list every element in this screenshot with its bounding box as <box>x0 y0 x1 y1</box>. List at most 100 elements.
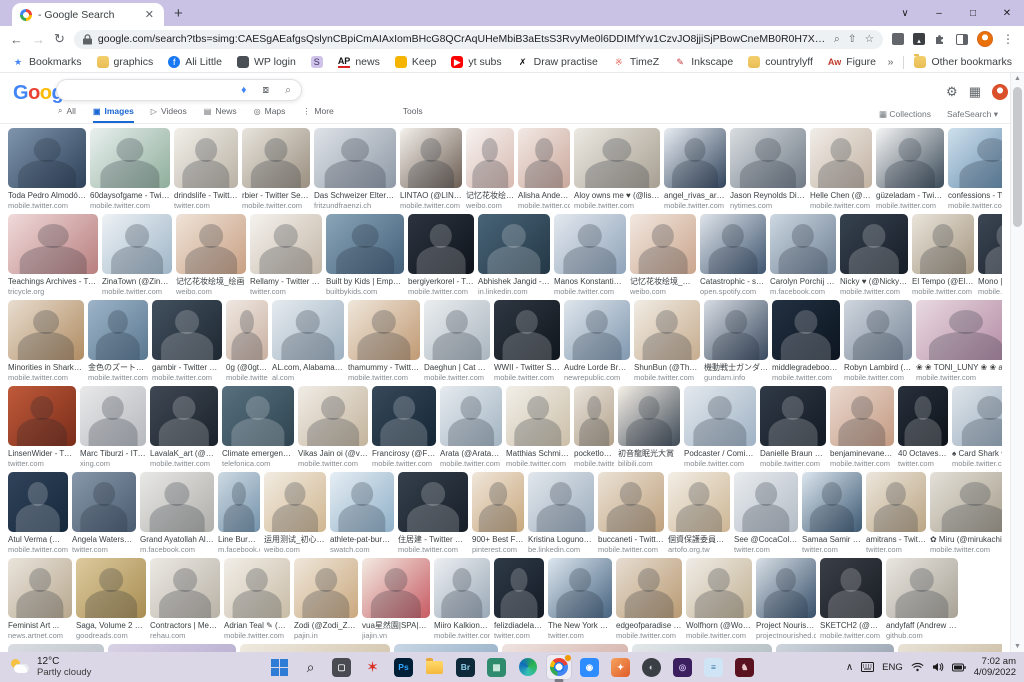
tools-button[interactable]: Tools <box>403 106 423 116</box>
image-thumbnail[interactable] <box>250 214 322 274</box>
krita-app-icon[interactable]: ✶ <box>361 655 385 679</box>
tab-news[interactable]: ▤News <box>204 106 237 121</box>
zoom-search-icon[interactable]: ⌕ <box>834 33 840 46</box>
bookmark-item[interactable]: graphics <box>97 56 154 68</box>
image-result[interactable]: See @CocaCola's Tweet on T...twitter.com <box>734 472 798 554</box>
image-thumbnail[interactable] <box>886 558 958 618</box>
mic-icon[interactable]: ♦ <box>241 84 246 96</box>
tab-maps[interactable]: ◎Maps <box>254 106 286 121</box>
image-result[interactable]: Daeghun | Cat Boy | VTube...mobile.twitt… <box>424 300 490 382</box>
image-thumbnail[interactable] <box>810 128 872 188</box>
image-result[interactable]: Marc Tiburzi - IT System Engi...xing.com <box>80 386 146 468</box>
image-result[interactable]: Angela Watersutter (@Water...twitter.com <box>72 472 136 554</box>
battery-icon[interactable] <box>952 663 966 672</box>
image-thumbnail[interactable] <box>408 214 474 274</box>
image-result[interactable]: 機動戦士ガンダム 水星の魔女...gundam.info <box>704 300 768 382</box>
image-result[interactable]: güzeladam - Twitter Search / ...mobile.t… <box>876 128 944 210</box>
image-result[interactable]: middlegradebook - Twitter Se...mobile.tw… <box>772 300 840 382</box>
volume-icon[interactable] <box>932 662 944 672</box>
bookmark-item[interactable]: ▶yt subs <box>451 56 501 68</box>
image-result[interactable]: Jason Reynolds Distinguishes...nytimes.c… <box>730 128 806 210</box>
image-thumbnail[interactable] <box>398 472 468 532</box>
clock[interactable]: 7:02 am 4/09/2022 <box>974 656 1016 678</box>
image-thumbnail[interactable] <box>616 558 682 618</box>
image-result[interactable]: ZinaTown (@ZinaTown) | T...mobile.twitte… <box>102 214 172 296</box>
image-result[interactable]: bergiyerkorel - Twitter Searc...mobile.t… <box>408 214 474 296</box>
image-thumbnail[interactable] <box>152 300 222 360</box>
url-text[interactable]: google.com/search?tbs=simg:CAESgAEafgsQs… <box>98 33 828 45</box>
bookmark-item[interactable]: WP login <box>237 56 296 68</box>
image-result[interactable]: Adrian Teal ✎ (@Teal...mobile.twitter.co… <box>224 558 290 640</box>
chrome-browser-icon[interactable] <box>547 655 571 679</box>
image-thumbnail[interactable] <box>434 558 490 618</box>
image-thumbnail[interactable] <box>150 558 220 618</box>
start-button[interactable] <box>268 655 292 679</box>
bookmark-item[interactable]: ※TimeZ <box>613 56 659 68</box>
touch-keyboard-icon[interactable] <box>861 662 874 672</box>
image-result[interactable]: Helle Chen (@HelleChen11) ...mobile.twit… <box>810 128 872 210</box>
image-thumbnail[interactable] <box>330 472 394 532</box>
image-thumbnail[interactable] <box>102 214 172 274</box>
image-result[interactable]: Catastrophic - song and lyri...open.spot… <box>700 214 766 296</box>
image-thumbnail[interactable] <box>598 472 664 532</box>
bookmark-item[interactable]: fAli Little <box>168 56 222 68</box>
google-search-box[interactable]: ♦⧇⌕ <box>56 79 302 101</box>
minimize-button[interactable]: – <box>922 0 956 26</box>
image-thumbnail[interactable] <box>8 386 76 446</box>
clip-studio-app-icon[interactable]: ◎ <box>671 655 695 679</box>
image-result[interactable]: Feminist Art ...news.artnet.com <box>8 558 72 640</box>
tab-videos[interactable]: ▷Videos <box>151 106 187 121</box>
photoshop-app-icon[interactable]: Ps <box>392 655 416 679</box>
tray-chevron-icon[interactable]: ∧ <box>846 662 853 673</box>
scroll-down-icon[interactable]: ▼ <box>1011 643 1024 650</box>
image-thumbnail[interactable] <box>554 214 626 274</box>
image-result[interactable]: Built by Kids | Empowering our kids who … <box>326 214 404 296</box>
image-thumbnail[interactable] <box>494 300 560 360</box>
image-result[interactable]: Miiro Kalkionen (@M.Kagome) / ...mobile.… <box>434 558 490 640</box>
image-thumbnail[interactable] <box>564 300 630 360</box>
image-result[interactable]: LinsenWider - Twitter Search / ...twitte… <box>8 386 76 468</box>
apps-grid-icon[interactable]: ▦ <box>969 84 981 100</box>
image-thumbnail[interactable] <box>294 558 358 618</box>
bookmark-item[interactable]: ✗Draw practise <box>517 56 598 68</box>
image-result[interactable]: SKETCH2 (@SketchsOfficial)...mobile.twit… <box>820 558 882 640</box>
settings-gear-icon[interactable]: ⚙ <box>946 84 958 100</box>
image-result[interactable]: Climate emergency: para net...telefonica… <box>222 386 294 468</box>
image-thumbnail[interactable] <box>226 300 268 360</box>
image-result[interactable]: Podcaster / Comic Creator...mobile.twitt… <box>684 386 756 468</box>
bookmark-item[interactable]: countrylyff <box>748 56 813 68</box>
image-thumbnail[interactable] <box>952 386 1002 446</box>
image-result[interactable]: LavalaK_art (@Lavalak...mobile.twitter.c… <box>150 386 218 468</box>
image-thumbnail[interactable] <box>88 300 148 360</box>
image-result[interactable]: Project Nourishedprojectnourished.com <box>756 558 816 640</box>
image-result[interactable]: Minorities in Shark Sciences |...mobile.… <box>8 300 84 382</box>
image-thumbnail[interactable] <box>424 300 490 360</box>
image-thumbnail[interactable] <box>108 644 236 652</box>
image-thumbnail[interactable] <box>760 386 826 446</box>
image-result[interactable]: ShunBun (@TheShunBun) / T...mobile.twitt… <box>634 300 700 382</box>
image-thumbnail[interactable] <box>8 644 104 652</box>
image-result[interactable]: ✿ Miru (@mirukachii) / Twit...mobile.twi… <box>930 472 1002 554</box>
new-tab-button[interactable]: + <box>174 5 183 22</box>
image-result[interactable]: Teachings Archives - Tricycle: The...tri… <box>8 214 98 296</box>
image-result[interactable]: confessions - Twitter Search ...mobile.t… <box>948 128 1002 210</box>
image-thumbnail[interactable] <box>8 472 68 532</box>
image-thumbnail[interactable] <box>844 300 912 360</box>
image-thumbnail[interactable] <box>314 128 396 188</box>
other-bookmarks-button[interactable]: Other bookmarks <box>914 56 1012 68</box>
image-thumbnail[interactable] <box>222 386 294 446</box>
language-indicator[interactable]: ENG <box>882 662 903 673</box>
image-thumbnail[interactable] <box>930 472 1002 532</box>
extensions-puzzle-icon[interactable] <box>934 33 947 46</box>
image-result[interactable]: Matthias Schmid (@fuchs...mobile.twitter… <box>506 386 570 468</box>
image-result[interactable]: The New York Times on Twitter...twitter.… <box>548 558 612 640</box>
image-result[interactable]: rbier - Twitter Search / Twittermobile.t… <box>242 128 310 210</box>
weather-widget[interactable]: 12°C Partly cloudy <box>10 656 91 678</box>
image-thumbnail[interactable] <box>802 472 862 532</box>
image-result[interactable] <box>632 644 772 652</box>
image-thumbnail[interactable] <box>472 472 524 532</box>
image-result[interactable]: 运用测试_初心绘_绘画weibo.com <box>264 472 326 554</box>
image-thumbnail[interactable] <box>272 300 344 360</box>
image-thumbnail[interactable] <box>632 644 772 652</box>
screenshot-extension-icon[interactable]: ▴ <box>913 33 925 45</box>
